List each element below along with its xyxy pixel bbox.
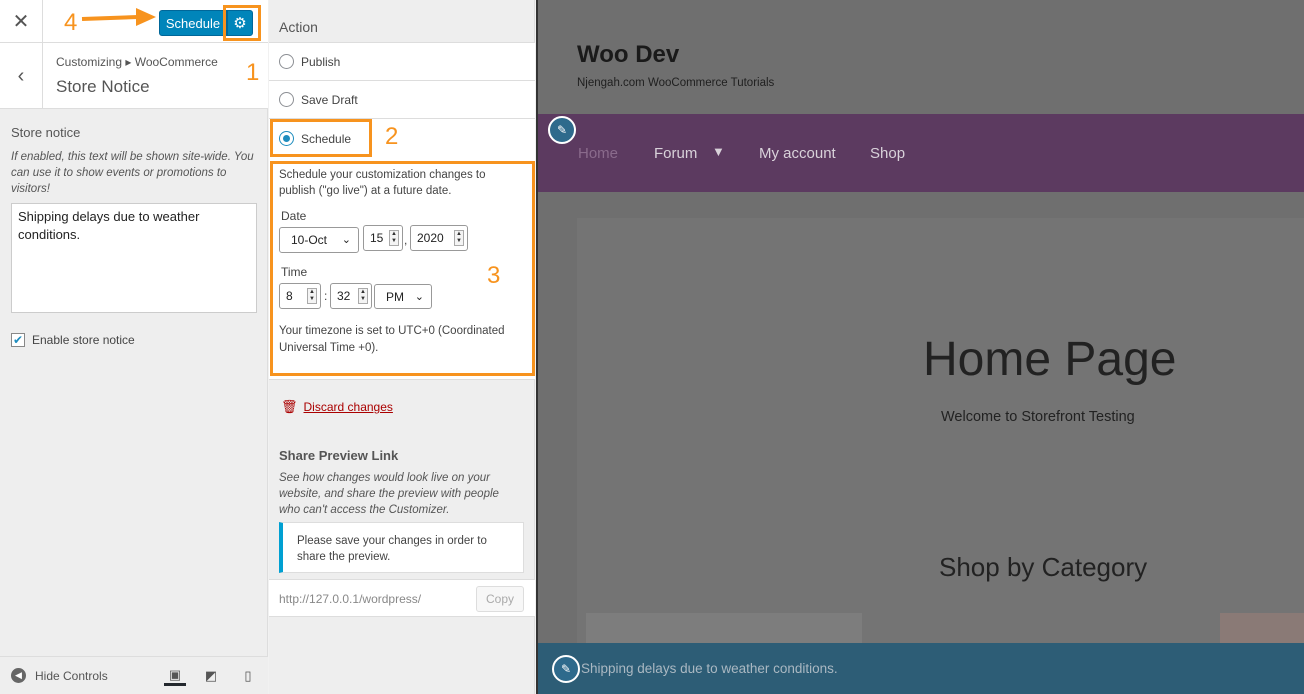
back-chevron-icon[interactable]: ‹	[0, 43, 43, 109]
annotation-highlight-gear	[223, 5, 261, 41]
discard-changes-row[interactable]: 🗑 Discard changes	[281, 399, 393, 415]
radio-button[interactable]	[279, 92, 294, 107]
publish-settings-panel: Action Publish Save Draft Schedule 2 Sch…	[269, 0, 535, 694]
store-notice-textarea[interactable]: Shipping delays due to weather condition…	[11, 203, 257, 313]
radio-publish[interactable]: Publish	[269, 42, 535, 80]
customizer-sidebar: ✕ 4 Schedule ⚙ ‹ Customizing ▸ WooCommer…	[0, 0, 268, 694]
trash-icon: 🗑	[281, 399, 298, 414]
chevron-down-icon[interactable]: ▼	[712, 144, 725, 159]
radio-button[interactable]	[279, 54, 294, 69]
annotation-arrow	[81, 8, 156, 26]
store-notice-text: Shipping delays due to weather condition…	[581, 661, 838, 676]
store-notice-description: If enabled, this text will be shown site…	[11, 151, 254, 195]
annotation-number-4: 4	[64, 9, 78, 36]
content-area	[577, 218, 1304, 648]
action-heading: Action	[279, 19, 318, 35]
close-icon[interactable]: ✕	[0, 0, 43, 43]
pencil-icon[interactable]: ✎	[552, 655, 580, 683]
annotation-highlight-schedule	[270, 119, 372, 157]
hide-controls-label: Hide Controls	[35, 668, 108, 683]
share-preview-heading: Share Preview Link	[279, 448, 399, 463]
enable-store-notice-label: Enable store notice	[32, 333, 135, 347]
site-tagline: Njengah.com WooCommerce Tutorials	[577, 77, 775, 89]
shop-by-category-heading: Shop by Category	[939, 552, 1148, 582]
section-header: ‹ Customizing ▸ WooCommerce Store Notice…	[0, 43, 268, 109]
nav-item-my-account[interactable]: My account	[759, 145, 836, 162]
customizer-footer: ◀ Hide Controls ▣ ◩ ▯	[0, 656, 268, 694]
share-preview-notice: Please save your changes in order to sha…	[279, 522, 524, 573]
enable-store-notice-row[interactable]: ✔ Enable store notice	[11, 333, 135, 347]
mobile-icon[interactable]: ▯	[237, 666, 259, 686]
desktop-icon[interactable]: ▣	[164, 666, 186, 686]
annotation-number-2: 2	[385, 123, 399, 150]
site-preview: Woo Dev Njengah.com WooCommerce Tutorial…	[536, 0, 1304, 694]
schedule-button[interactable]: Schedule	[159, 10, 227, 36]
site-title[interactable]: Woo Dev	[577, 41, 679, 69]
nav-item-home[interactable]: Home	[578, 145, 618, 162]
section-title: Store Notice	[56, 77, 150, 96]
nav-item-forum[interactable]: Forum	[654, 145, 697, 162]
checkmark-icon: ✔	[12, 333, 24, 347]
store-notice-label: Store notice	[11, 125, 81, 140]
preview-url[interactable]: http://127.0.0.1/wordpress/	[279, 592, 421, 606]
radio-save-draft[interactable]: Save Draft	[269, 80, 535, 118]
discard-changes-link[interactable]: Discard changes	[304, 400, 393, 414]
tablet-icon[interactable]: ◩	[200, 666, 222, 686]
pencil-icon[interactable]: ✎	[548, 116, 576, 144]
radio-label: Publish	[301, 54, 341, 69]
copy-button[interactable]: Copy	[476, 586, 524, 612]
preview-url-row: http://127.0.0.1/wordpress/ Copy	[269, 579, 535, 617]
annotation-number-1: 1	[246, 59, 260, 86]
annotation-highlight-schedule-box	[270, 161, 535, 376]
breadcrumb: Customizing ▸ WooCommerce	[56, 55, 218, 69]
customizer-header: ✕ 4 Schedule ⚙	[0, 0, 268, 43]
hide-controls-icon: ◀	[11, 668, 26, 683]
enable-store-notice-checkbox[interactable]: ✔	[11, 333, 25, 347]
nav-item-shop[interactable]: Shop	[870, 145, 905, 162]
primary-navigation	[538, 114, 1304, 192]
page-subtitle: Welcome to Storefront Testing	[941, 409, 1135, 425]
page-title: Home Page	[923, 333, 1177, 386]
radio-label: Save Draft	[301, 92, 358, 107]
hide-controls-button[interactable]: ◀ Hide Controls	[11, 668, 108, 683]
share-preview-description: See how changes would look live on your …	[279, 472, 499, 516]
